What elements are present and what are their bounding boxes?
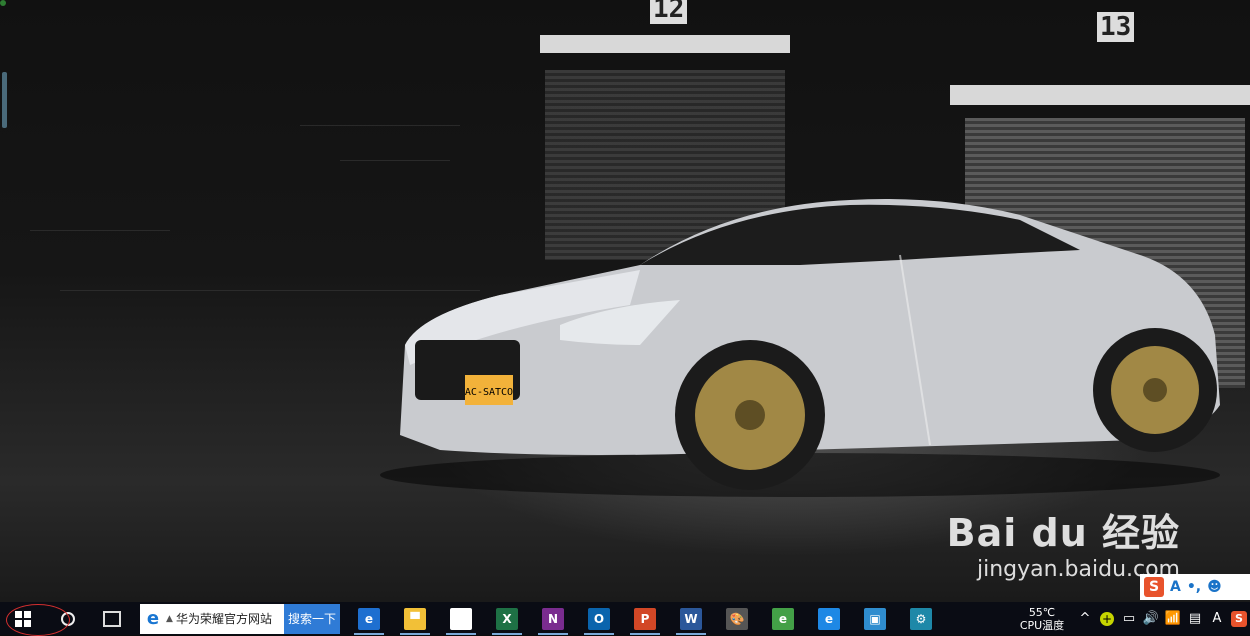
onenote-icon: N bbox=[542, 607, 564, 630]
show-hidden-icons-icon[interactable]: ^ bbox=[1074, 602, 1096, 635]
taskbar-app-powerpoint[interactable]: P bbox=[622, 602, 668, 635]
security-icon[interactable]: + bbox=[1096, 602, 1118, 635]
shelf-line bbox=[300, 125, 460, 126]
taskbar-app-internet-explorer[interactable]: e bbox=[806, 602, 852, 635]
taskbar-app-word[interactable]: W bbox=[668, 602, 714, 635]
cpu-temp-label: CPU温度 bbox=[1019, 618, 1065, 632]
search-submit-button[interactable]: 搜索一下 bbox=[284, 603, 340, 634]
taskbar-app-file-explorer[interactable]: ▀ bbox=[392, 602, 438, 635]
action-center-icon[interactable]: ▤ bbox=[1184, 602, 1206, 635]
ime-mode-icon[interactable]: A bbox=[1170, 579, 1181, 595]
ie-search-icon: e bbox=[146, 608, 160, 629]
ime-punct-icon[interactable]: •, bbox=[1187, 579, 1201, 595]
internet-explorer-icon: e bbox=[818, 607, 840, 630]
bay-number-12: 12 bbox=[650, 0, 688, 24]
taskbar-app-excel[interactable]: X bbox=[484, 602, 530, 635]
word-icon: W bbox=[680, 607, 702, 630]
taskbar: e ▲ 华为荣耀官方网站 搜索一下 e ▀ ⊞ X N O P W 🎨 e e ▣ ⚙ 55℃ CPU温… bbox=[0, 602, 1250, 636]
sogou-ime-icon[interactable]: S bbox=[1144, 577, 1164, 597]
shelf-line bbox=[340, 160, 450, 161]
taskbar-app-photos[interactable]: ▣ bbox=[852, 602, 898, 635]
powerpoint-icon: P bbox=[634, 607, 656, 630]
volume-icon[interactable]: 🔊 bbox=[1140, 602, 1162, 635]
search-input[interactable]: 华为荣耀官方网站 bbox=[176, 610, 272, 627]
taskbar-app-onenote[interactable]: N bbox=[530, 602, 576, 635]
system-tray: 55℃ CPU温度 ^ + ▭ 🔊 📶 ▤ A S bbox=[1010, 602, 1250, 635]
watermark-logo: Bai du 经验 bbox=[946, 511, 1180, 555]
taskbar-search-box[interactable]: e ▲ 华为荣耀官方网站 bbox=[140, 603, 284, 634]
search-engine-dropdown-icon[interactable]: ▲ bbox=[166, 614, 176, 624]
sports-car-image: AC-SATCO bbox=[380, 199, 1220, 497]
task-view-button[interactable] bbox=[90, 602, 134, 635]
excel-icon: X bbox=[496, 607, 518, 630]
360-browser-icon: e bbox=[772, 607, 794, 630]
battery-icon[interactable]: ▭ bbox=[1118, 602, 1140, 635]
desktop-wallpaper: 12 13 AC-SATCO Bai du 经验 jingyan.baidu.c… bbox=[0, 0, 1250, 602]
photos-icon: ▣ bbox=[864, 607, 886, 630]
shelf-line bbox=[30, 230, 170, 231]
taskbar-app-settings[interactable]: ⚙ bbox=[898, 602, 944, 635]
license-plate: AC-SATCO bbox=[465, 387, 513, 398]
taskbar-app-paint[interactable]: 🎨 bbox=[714, 602, 760, 635]
taskbar-app-store[interactable]: ⊞ bbox=[438, 602, 484, 635]
settings-icon: ⚙ bbox=[910, 607, 932, 630]
taskbar-app-edge[interactable]: e bbox=[346, 602, 392, 635]
corner-indicator bbox=[0, 0, 6, 6]
bay-number-13: 13 bbox=[1097, 12, 1135, 42]
sogou-tray-icon[interactable]: S bbox=[1228, 602, 1250, 635]
door-frame-left bbox=[540, 35, 790, 53]
cpu-temp-widget[interactable]: 55℃ CPU温度 bbox=[1010, 606, 1074, 632]
paint-icon: 🎨 bbox=[726, 607, 748, 630]
file-explorer-icon: ▀ bbox=[404, 607, 426, 630]
input-language-icon[interactable]: A bbox=[1206, 602, 1228, 635]
edge-icon: e bbox=[358, 607, 380, 630]
outlook-icon: O bbox=[588, 607, 610, 630]
cpu-temp-value: 55℃ bbox=[1028, 605, 1056, 619]
taskbar-app-outlook[interactable]: O bbox=[576, 602, 622, 635]
store-icon: ⊞ bbox=[450, 607, 472, 630]
start-highlight-circle bbox=[6, 604, 70, 636]
edge-handle bbox=[2, 72, 7, 128]
ime-emoji-icon[interactable]: ☻ bbox=[1207, 579, 1222, 595]
task-view-icon bbox=[103, 610, 121, 627]
network-icon[interactable]: 📶 bbox=[1162, 602, 1184, 635]
ime-toolbar[interactable]: S A •, ☻ bbox=[1140, 574, 1250, 600]
taskbar-app-360-browser[interactable]: e bbox=[760, 602, 806, 635]
baidu-jingyan-watermark: Bai du 经验 jingyan.baidu.com bbox=[947, 502, 1180, 582]
door-frame-right bbox=[950, 85, 1250, 105]
start-button[interactable] bbox=[0, 602, 70, 636]
